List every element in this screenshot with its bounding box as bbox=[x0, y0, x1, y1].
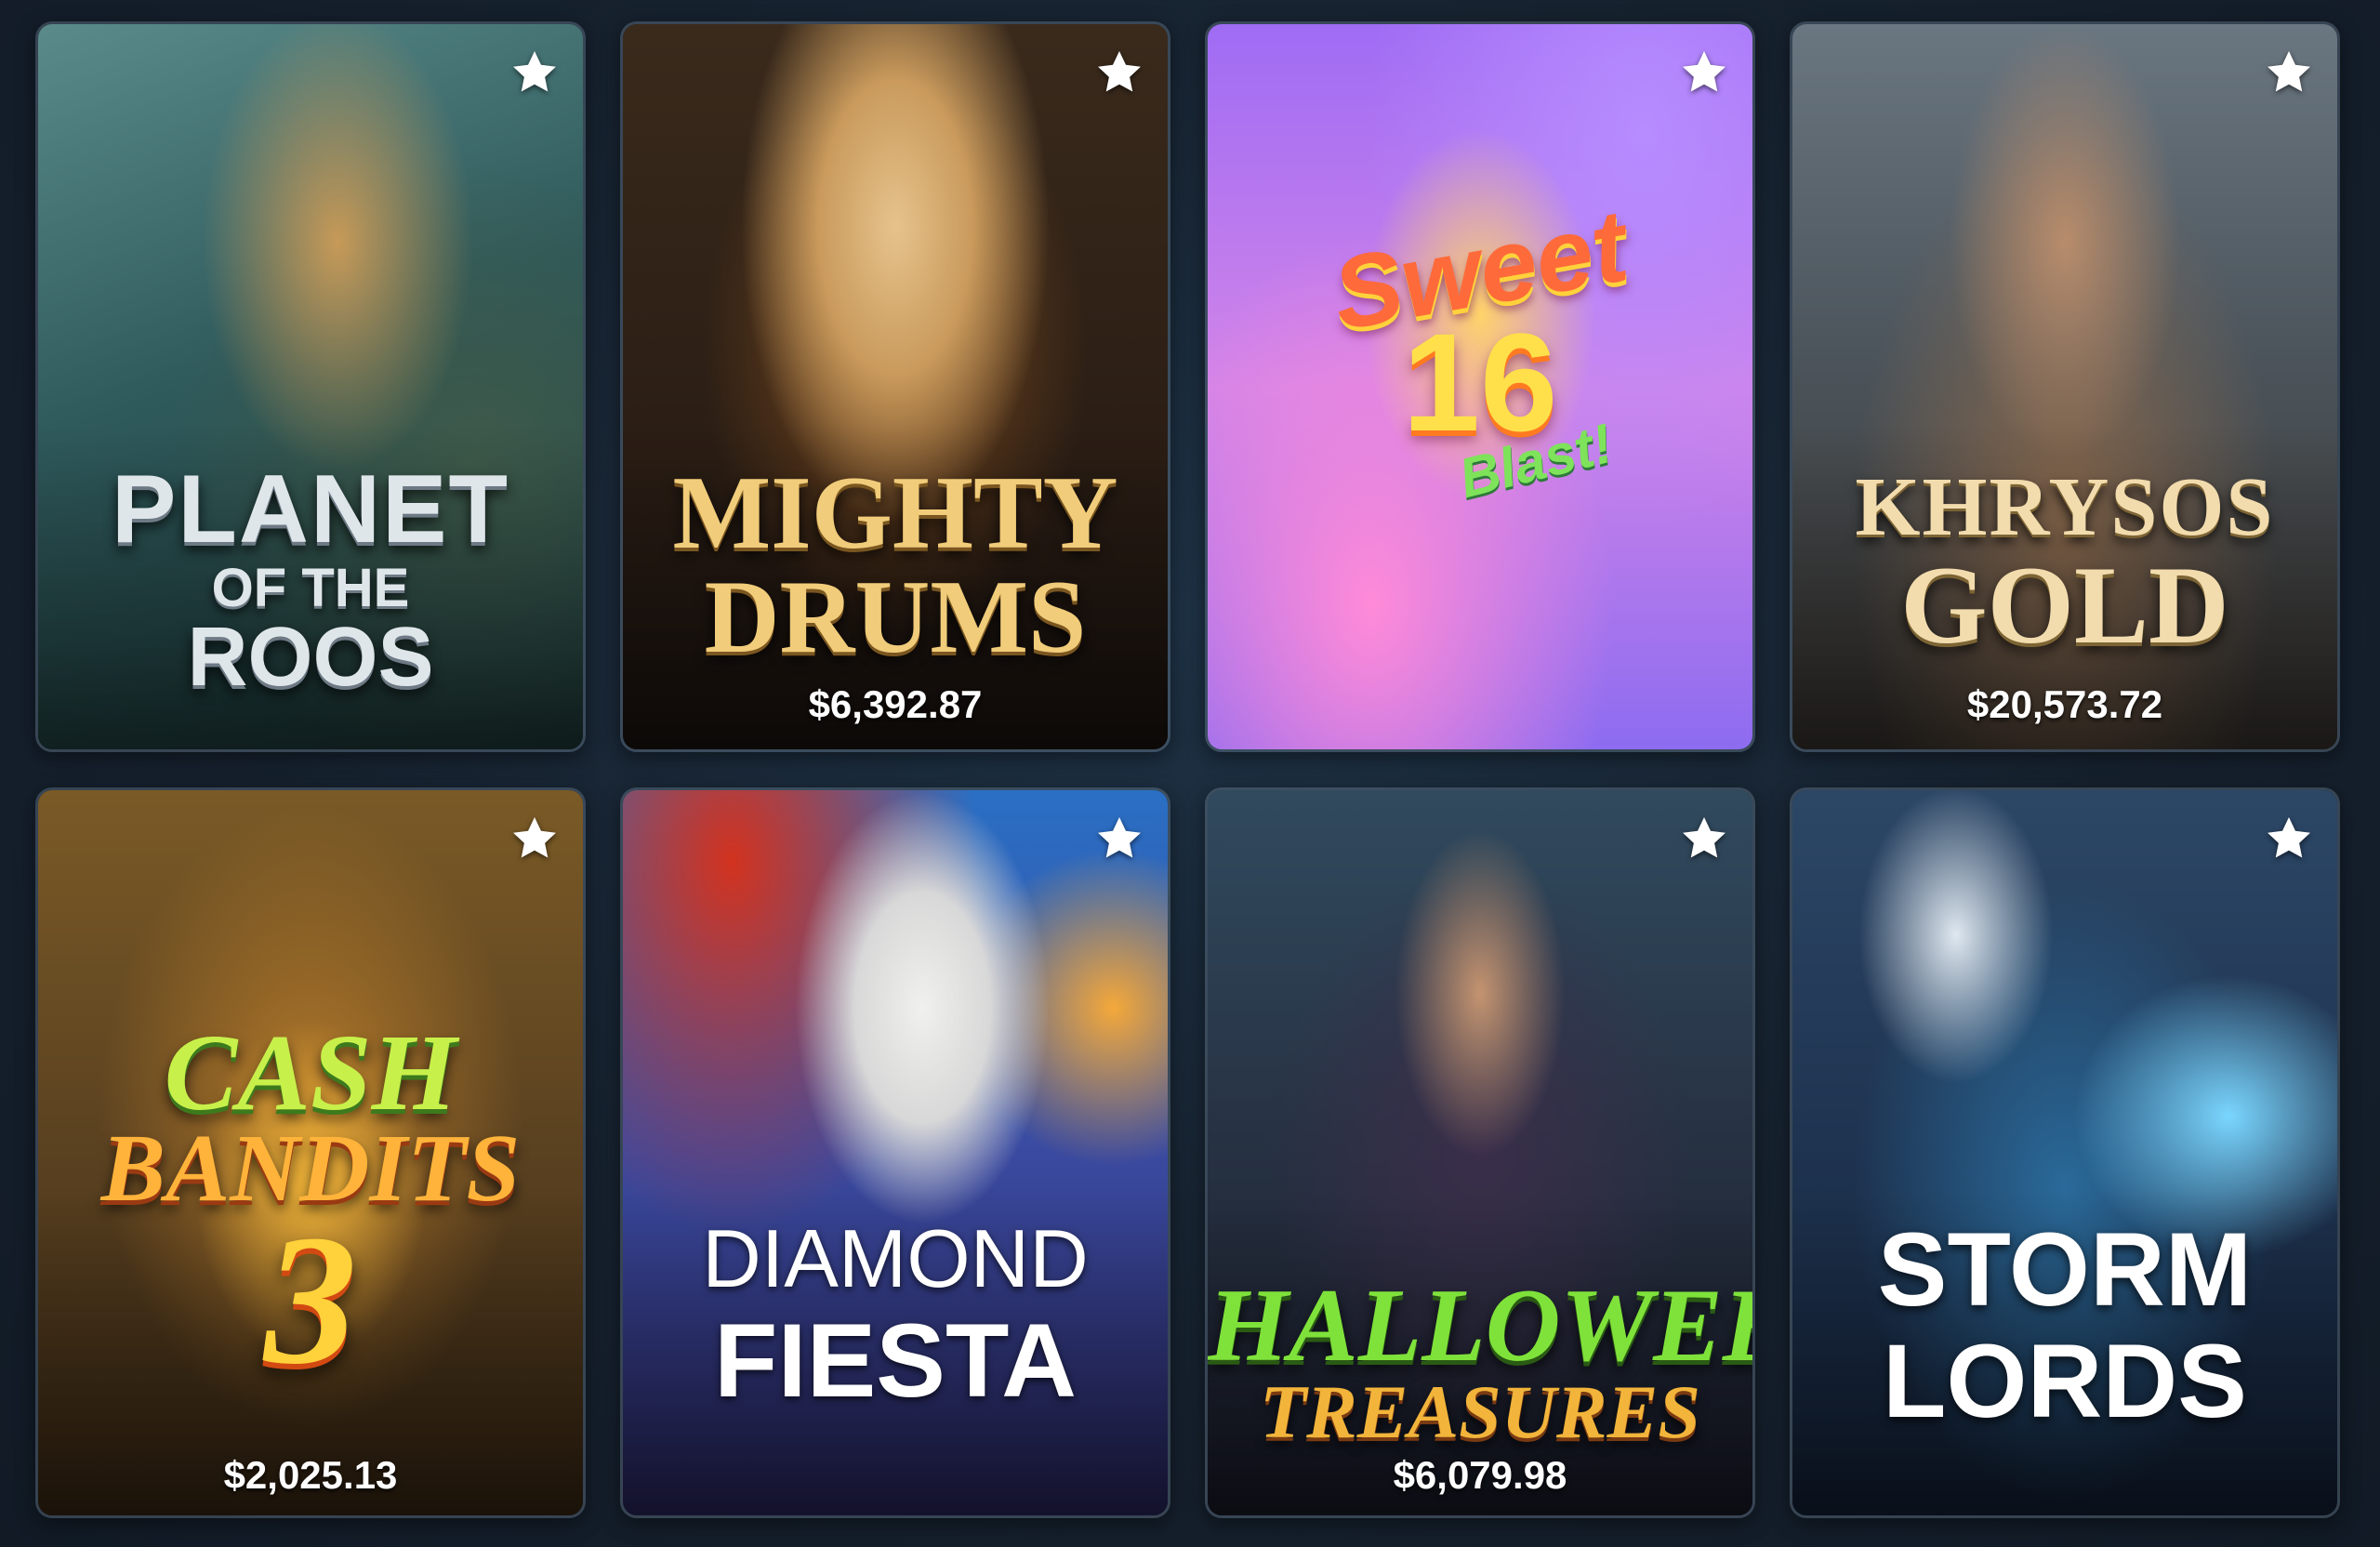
game-title-line: TREASURES bbox=[1260, 1369, 1700, 1454]
game-title-line: ROOS bbox=[187, 611, 434, 704]
game-title-line: MIGHTY bbox=[672, 456, 1118, 571]
jackpot-amount: $6,079.98 bbox=[1393, 1453, 1567, 1497]
game-title: DIAMOND FIESTA bbox=[623, 1218, 1168, 1413]
game-title-line: CASH bbox=[164, 1012, 457, 1133]
game-tile-cash-bandits-3[interactable]: CASH BANDITS 3 $2,025.13 bbox=[35, 787, 586, 1518]
game-title: PLANET OF THE ROOS bbox=[38, 461, 583, 699]
favorite-star-icon[interactable] bbox=[1090, 809, 1149, 868]
game-tile-storm-lords[interactable]: STORM LORDS bbox=[1790, 787, 2340, 1518]
game-title-line: DIAMOND bbox=[702, 1212, 1089, 1304]
favorite-star-icon[interactable] bbox=[1674, 43, 1734, 102]
game-tile-planet-of-the-roos[interactable]: PLANET OF THE ROOS bbox=[35, 21, 586, 752]
game-title-line: HALLOWEEN bbox=[1208, 1268, 1752, 1383]
game-title: Sweet 16 Blast! bbox=[1208, 188, 1752, 509]
game-title-line: OF THE bbox=[211, 558, 410, 618]
jackpot-amount: $6,392.87 bbox=[808, 682, 983, 726]
game-title: HALLOWEEN TREASURES bbox=[1208, 1274, 1752, 1450]
game-title-line: LORDS bbox=[1883, 1323, 2247, 1439]
jackpot-amount: $20,573.72 bbox=[1966, 682, 2163, 726]
game-tile-halloween-treasures[interactable]: HALLOWEEN TREASURES $6,079.98 bbox=[1205, 787, 1755, 1518]
favorite-star-icon[interactable] bbox=[2259, 43, 2319, 102]
favorite-star-icon[interactable] bbox=[1674, 809, 1734, 868]
favorite-star-icon[interactable] bbox=[2259, 809, 2319, 868]
favorite-star-icon[interactable] bbox=[505, 43, 564, 102]
game-grid: PLANET OF THE ROOS MIGHTY DRUMS $6,392.8… bbox=[35, 21, 2341, 1518]
game-title: STORM LORDS bbox=[1792, 1218, 2337, 1434]
game-title-line: PLANET bbox=[112, 456, 509, 563]
jackpot-amount: $2,025.13 bbox=[223, 1453, 398, 1497]
favorite-star-icon[interactable] bbox=[1090, 43, 1149, 102]
game-tile-diamond-fiesta[interactable]: DIAMOND FIESTA bbox=[620, 787, 1170, 1518]
game-tile-sweet-16-blast[interactable]: Sweet 16 Blast! bbox=[1205, 21, 1755, 752]
game-title: MIGHTY DRUMS bbox=[623, 461, 1168, 669]
game-title-line: 3 bbox=[264, 1197, 357, 1403]
game-title-line: STORM bbox=[1877, 1211, 2253, 1328]
game-tile-khrysos-gold[interactable]: KHRYSOS GOLD $20,573.72 bbox=[1790, 21, 2340, 752]
game-title-line: FIESTA bbox=[714, 1302, 1077, 1419]
game-title: CASH BANDITS 3 bbox=[38, 1018, 583, 1394]
game-title-line: DRUMS bbox=[704, 560, 1087, 675]
game-title-line: KHRYSOS bbox=[1855, 461, 2275, 553]
game-title-line: GOLD bbox=[1900, 543, 2229, 667]
game-tile-mighty-drums[interactable]: MIGHTY DRUMS $6,392.87 bbox=[620, 21, 1170, 752]
favorite-star-icon[interactable] bbox=[505, 809, 564, 868]
game-title: KHRYSOS GOLD bbox=[1792, 466, 2337, 661]
